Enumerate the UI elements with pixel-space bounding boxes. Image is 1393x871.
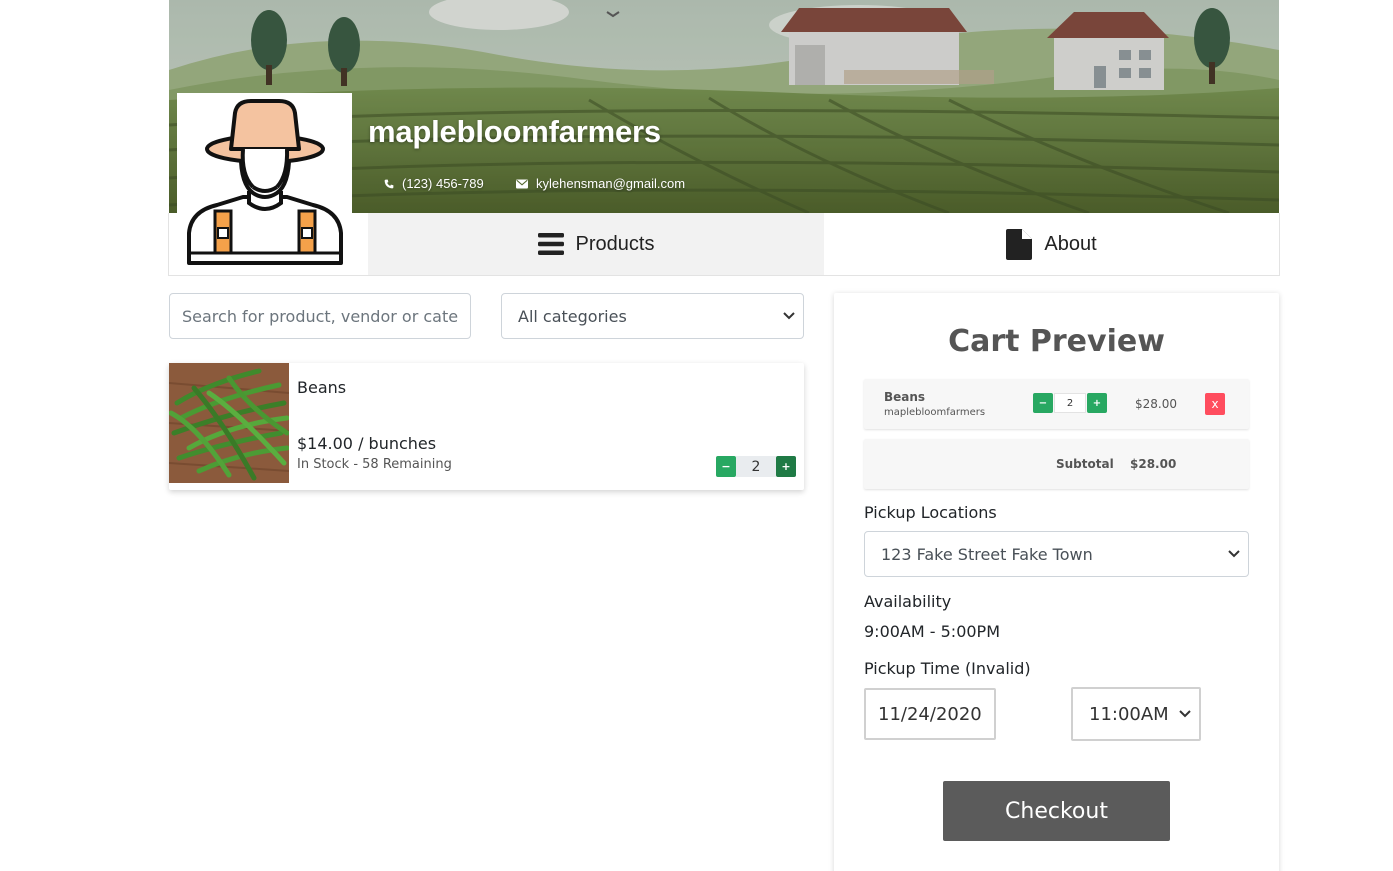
- cart-increase-button[interactable]: +: [1087, 393, 1107, 413]
- chevron-down-icon: [1179, 710, 1191, 718]
- remove-item-button[interactable]: x: [1205, 393, 1225, 415]
- green-beans-image: [169, 363, 289, 483]
- product-image: [169, 363, 289, 483]
- availability-label: Availability: [864, 592, 952, 611]
- pickup-time-select[interactable]: 11:00AM: [1071, 687, 1201, 741]
- tab-products[interactable]: Products: [368, 213, 824, 275]
- quantity-value[interactable]: 2: [736, 456, 776, 477]
- product-card[interactable]: Beans $14.00 / bunches In Stock - 58 Rem…: [169, 363, 804, 490]
- cart-decrease-button[interactable]: −: [1033, 393, 1053, 413]
- chevron-down-icon: [1228, 550, 1240, 558]
- cart-quantity-stepper: − 2 +: [1033, 393, 1107, 413]
- cart-item-vendor: maplebloomfarmers: [884, 407, 986, 418]
- quantity-stepper: − 2 +: [716, 456, 796, 477]
- pickup-locations-label: Pickup Locations: [864, 503, 997, 522]
- cart-item-name: Beans: [884, 390, 926, 404]
- subtotal-row: Subtotal $28.00: [864, 439, 1249, 489]
- phone-icon: [384, 179, 394, 188]
- pickup-date-input[interactable]: 11/24/2020: [864, 688, 996, 740]
- bars-icon: [537, 233, 564, 255]
- tab-about-label: About: [1044, 232, 1097, 255]
- vendor-email: kylehensman@gmail.com: [516, 176, 685, 191]
- pickup-location-select[interactable]: 123 Fake Street Fake Town: [864, 531, 1249, 577]
- vendor-phone: (123) 456-789: [384, 176, 484, 191]
- phone-text: (123) 456-789: [402, 176, 484, 191]
- cart-item-price: $28.00: [1135, 397, 1177, 411]
- tab-products-label: Products: [575, 232, 655, 255]
- product-name[interactable]: Beans: [297, 378, 346, 397]
- vendor-name: maplebloomfarmers: [368, 114, 661, 149]
- cart-title: Cart Preview: [948, 324, 1165, 359]
- cart-item-row: Beans maplebloomfarmers − 2 + $28.00 x: [864, 379, 1249, 429]
- pickup-time-label: Pickup Time (Invalid): [864, 659, 1031, 678]
- chevron-down-icon: [783, 312, 795, 320]
- decrease-quantity-button[interactable]: −: [716, 456, 736, 477]
- envelope-icon: [516, 179, 528, 188]
- product-price: $14.00 / bunches: [297, 434, 437, 453]
- pickup-location-value: 123 Fake Street Fake Town: [881, 544, 1093, 564]
- category-select-value: All categories: [518, 306, 627, 326]
- category-select[interactable]: All categories: [501, 293, 804, 339]
- subtotal-label: Subtotal: [1056, 457, 1114, 471]
- checkout-button[interactable]: Checkout: [943, 781, 1170, 841]
- availability-value: 9:00AM - 5:00PM: [864, 622, 1001, 641]
- increase-quantity-button[interactable]: +: [776, 456, 796, 477]
- tab-about[interactable]: About: [824, 213, 1279, 275]
- cart-quantity-value[interactable]: 2: [1054, 393, 1086, 413]
- pickup-time-value: 11:00AM: [1089, 703, 1169, 725]
- product-stock: In Stock - 58 Remaining: [297, 457, 452, 472]
- file-icon: [1006, 228, 1033, 260]
- search-input[interactable]: [169, 293, 471, 339]
- email-text: kylehensman@gmail.com: [536, 176, 686, 191]
- subtotal-value: $28.00: [1130, 457, 1177, 471]
